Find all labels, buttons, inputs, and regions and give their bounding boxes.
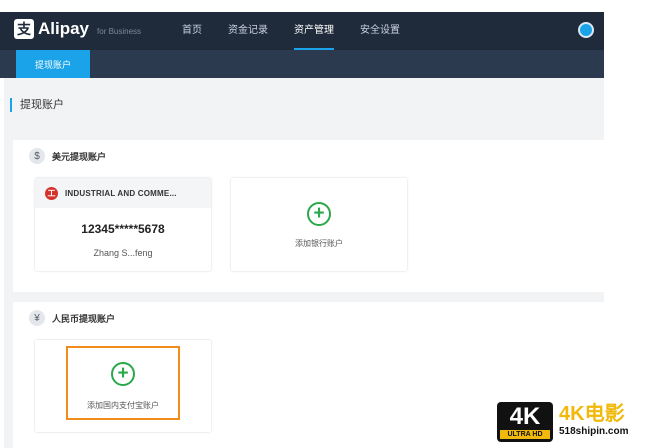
add-bank-account-label: 添加银行账户 xyxy=(295,239,343,248)
dollar-icon: $ xyxy=(29,148,45,164)
main-nav: 首页 资金记录 资产管理 安全设置 xyxy=(182,12,426,50)
plus-circle-icon: + xyxy=(307,202,331,226)
watermark-url: 518shipin.com xyxy=(559,426,629,437)
icbc-bank-icon: 工 xyxy=(45,186,58,200)
watermark-badge-sub: ULTRA HD xyxy=(500,430,550,439)
usd-section-title: 美元提现账户 xyxy=(52,151,107,162)
sub-navigation-bar: 提现账户 xyxy=(0,50,604,78)
nav-asset-management[interactable]: 资产管理 xyxy=(294,12,334,50)
user-avatar-icon[interactable] xyxy=(578,22,594,38)
cny-section-header: ¥ 人民币提现账户 xyxy=(29,310,115,326)
nav-home[interactable]: 首页 xyxy=(182,12,202,50)
nav-fund-records[interactable]: 资金记录 xyxy=(228,12,268,50)
add-alipay-account-label: 添加国内支付宝账户 xyxy=(87,401,159,410)
cny-section-title: 人民币提现账户 xyxy=(52,313,116,324)
alipay-logo-icon: 支 xyxy=(14,19,34,39)
watermark-text: 4K电影 518shipin.com xyxy=(559,402,628,437)
tab-withdrawal-accounts[interactable]: 提现账户 xyxy=(16,50,90,78)
logo-text: Alipay xyxy=(38,19,90,38)
add-alipay-account-button[interactable]: + 添加国内支付宝账户 xyxy=(35,340,211,432)
nav-security-settings[interactable]: 安全设置 xyxy=(360,12,400,50)
watermark-badge-text: 4K xyxy=(509,403,541,430)
plus-circle-icon: + xyxy=(111,362,135,386)
bank-account-card[interactable]: 工 INDUSTRIAL AND COMME... 12345*****5678… xyxy=(35,178,211,271)
account-number: 12345*****5678 xyxy=(81,222,165,236)
alipay-logo[interactable]: 支 Alipay for Business xyxy=(14,19,141,39)
add-bank-account-button[interactable]: + 添加银行账户 xyxy=(231,178,407,271)
logo-subtitle: for Business xyxy=(97,27,142,36)
page-title: 提现账户 xyxy=(10,98,64,112)
account-holder-name: Zhang S...feng xyxy=(93,248,153,258)
watermark: 4K ULTRA HD 4K电影 518shipin.com xyxy=(497,402,628,442)
watermark-badge: 4K ULTRA HD xyxy=(497,402,553,442)
watermark-title: 4K电影 xyxy=(559,403,625,425)
usd-withdrawal-section: $ 美元提现账户 工 INDUSTRIAL AND COMME... 12345… xyxy=(13,140,604,292)
yuan-icon: ¥ xyxy=(29,310,45,326)
bank-name: INDUSTRIAL AND COMME... xyxy=(65,188,177,198)
usd-section-header: $ 美元提现账户 xyxy=(29,148,106,164)
bank-card-header: 工 INDUSTRIAL AND COMME... xyxy=(35,178,211,208)
top-navigation-bar: 支 Alipay for Business 首页 资金记录 资产管理 安全设置 xyxy=(0,12,604,50)
